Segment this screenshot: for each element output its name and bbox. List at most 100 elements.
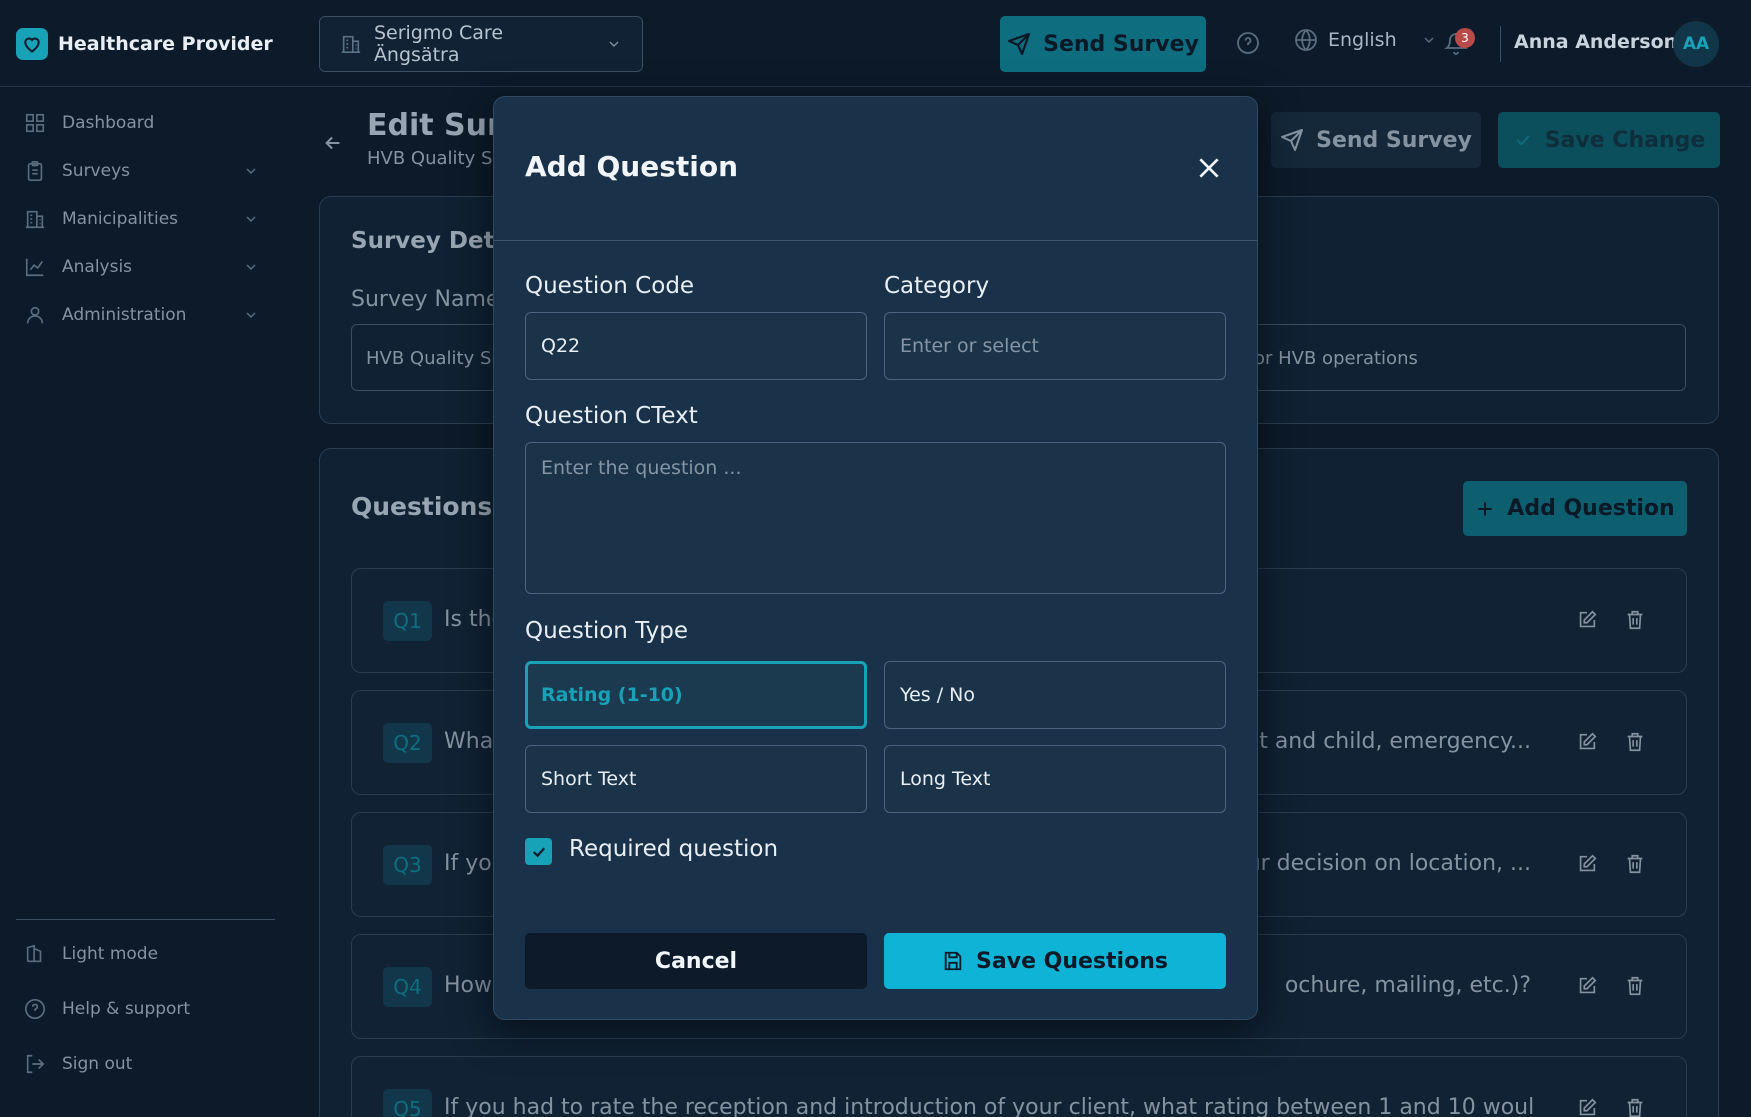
sidebar-item-label: Help & support bbox=[62, 999, 191, 1019]
trash-icon[interactable] bbox=[1624, 731, 1646, 753]
question-code: Q1 bbox=[383, 601, 432, 641]
sidebar-item-label: Surveys bbox=[62, 161, 130, 181]
chart-line-icon bbox=[25, 258, 44, 277]
question-code: Q4 bbox=[383, 967, 432, 1007]
type-option-rating[interactable]: Rating (1-10) bbox=[525, 661, 867, 729]
help-icon bbox=[25, 999, 45, 1019]
sidebar-item-label: Analysis bbox=[62, 257, 133, 277]
page-subtitle: HVB Quality Su bbox=[367, 148, 504, 169]
trash-icon[interactable] bbox=[1624, 1097, 1646, 1117]
brand-name: Healthcare Provider bbox=[58, 33, 273, 55]
sidebar-item-municipalities[interactable]: Manicipalities bbox=[24, 208, 259, 230]
question-text: Wha bbox=[444, 729, 494, 754]
back-arrow-icon[interactable] bbox=[322, 132, 344, 154]
sidebar-divider bbox=[16, 919, 275, 920]
question-text-end: nt and child, emergency... bbox=[1245, 729, 1531, 754]
questions-title: Questions ( bbox=[351, 492, 513, 521]
category-label: Category bbox=[884, 273, 990, 299]
question-text-label: Question CText bbox=[525, 403, 698, 429]
modal-header-divider bbox=[493, 240, 1258, 241]
globe-icon bbox=[1295, 29, 1317, 51]
edit-icon[interactable] bbox=[1576, 1097, 1598, 1117]
avatar[interactable]: AA bbox=[1673, 21, 1719, 67]
question-code-input[interactable]: Q22 bbox=[525, 312, 867, 380]
question-code: Q3 bbox=[383, 845, 432, 885]
send-survey-header-button[interactable]: Send Survey bbox=[1000, 16, 1206, 72]
question-code: Q5 bbox=[383, 1089, 432, 1117]
sidebar-item-help[interactable]: Help & support bbox=[24, 998, 259, 1020]
edit-icon[interactable] bbox=[1576, 609, 1598, 631]
theme-icon bbox=[26, 944, 42, 963]
sidebar-item-label: Administration bbox=[62, 305, 187, 325]
edit-icon[interactable] bbox=[1576, 731, 1598, 753]
sidebar-item-surveys[interactable]: Surveys bbox=[24, 160, 259, 182]
chevron-down-icon bbox=[609, 41, 619, 48]
plus-icon bbox=[1478, 501, 1492, 516]
question-code-label: Question Code bbox=[525, 273, 695, 299]
question-text-input[interactable]: Enter the question ... bbox=[525, 442, 1226, 594]
type-option-long-text[interactable]: Long Text bbox=[884, 745, 1226, 813]
question-type-label: Question Type bbox=[525, 618, 689, 644]
save-icon bbox=[944, 951, 962, 971]
type-option-short-text[interactable]: Short Text bbox=[525, 745, 867, 813]
question-text-end: ochure, mailing, etc.)? bbox=[1284, 973, 1531, 998]
chevron-down-icon bbox=[246, 312, 256, 319]
organization-name: Serigmo Care Ängsätra bbox=[373, 22, 504, 66]
language-label: English bbox=[1328, 29, 1397, 51]
edit-icon[interactable] bbox=[1576, 853, 1598, 875]
sidebar-item-analysis[interactable]: Analysis bbox=[24, 256, 259, 278]
building-icon bbox=[341, 35, 361, 54]
help-icon[interactable] bbox=[1236, 31, 1260, 55]
cancel-button[interactable]: Cancel bbox=[525, 933, 867, 989]
organization-select[interactable]: Serigmo Care Ängsätra bbox=[319, 16, 643, 72]
question-text: If you had to rate the reception and int… bbox=[444, 1095, 1534, 1117]
question-text-end: your decision on location, ... bbox=[1220, 851, 1531, 876]
building-icon bbox=[25, 210, 45, 229]
chevron-down-icon bbox=[246, 216, 256, 223]
user-name[interactable]: Anna Anderson bbox=[1514, 31, 1677, 53]
trash-icon[interactable] bbox=[1624, 609, 1646, 631]
add-question-button[interactable]: Add Question bbox=[1463, 481, 1687, 536]
brand[interactable]: Healthcare Provider bbox=[16, 28, 273, 60]
survey-description-value: or HVB operations bbox=[1254, 348, 1418, 369]
clipboard-icon bbox=[27, 161, 43, 181]
send-survey-button[interactable]: Send Survey bbox=[1271, 112, 1481, 168]
sidebar-item-label: Manicipalities bbox=[62, 209, 179, 229]
sidebar-item-dashboard[interactable]: Dashboard bbox=[24, 112, 259, 134]
sidebar-item-label: Dashboard bbox=[62, 113, 155, 133]
survey-details-title: Survey Deta bbox=[351, 228, 511, 254]
save-change-button[interactable]: Save Change bbox=[1498, 112, 1720, 168]
sidebar-item-administration[interactable]: Administration bbox=[24, 304, 259, 326]
chevron-down-icon bbox=[246, 264, 256, 271]
question-row[interactable]: Q5 If you had to rate the reception and … bbox=[351, 1056, 1687, 1117]
notification-badge: 3 bbox=[1455, 28, 1475, 48]
check-icon bbox=[1516, 135, 1530, 146]
language-selector[interactable]: English bbox=[1294, 28, 1437, 52]
sidebar-item-sign-out[interactable]: Sign out bbox=[24, 1053, 259, 1075]
edit-icon[interactable] bbox=[1576, 975, 1598, 997]
sidebar-item-light-mode[interactable]: Light mode bbox=[24, 943, 259, 965]
survey-name-label: Survey Name bbox=[351, 287, 500, 312]
close-icon[interactable] bbox=[1196, 155, 1222, 181]
save-questions-button[interactable]: Save Questions bbox=[884, 933, 1226, 989]
sign-out-icon bbox=[26, 1054, 45, 1074]
modal-title: Add Question bbox=[525, 150, 739, 183]
send-icon bbox=[1007, 32, 1031, 56]
send-icon bbox=[1281, 129, 1304, 151]
category-input[interactable]: Enter or select bbox=[884, 312, 1226, 380]
trash-icon[interactable] bbox=[1624, 975, 1646, 997]
sidebar: Dashboard Surveys Manicipalities Analysi… bbox=[0, 88, 290, 1117]
survey-name-value: HVB Quality Su bbox=[366, 348, 503, 369]
chevron-down-icon bbox=[1424, 37, 1434, 44]
question-code: Q2 bbox=[383, 723, 432, 763]
sidebar-item-label: Light mode bbox=[62, 944, 159, 964]
heart-logo-icon bbox=[16, 28, 48, 60]
user-icon bbox=[26, 306, 44, 324]
type-option-yes-no[interactable]: Yes / No bbox=[884, 661, 1226, 729]
chevron-down-icon bbox=[246, 168, 256, 175]
required-label: Required question bbox=[569, 836, 779, 862]
question-text: How bbox=[444, 973, 492, 998]
required-checkbox[interactable] bbox=[525, 838, 552, 865]
sidebar-item-label: Sign out bbox=[62, 1054, 133, 1074]
trash-icon[interactable] bbox=[1624, 853, 1646, 875]
